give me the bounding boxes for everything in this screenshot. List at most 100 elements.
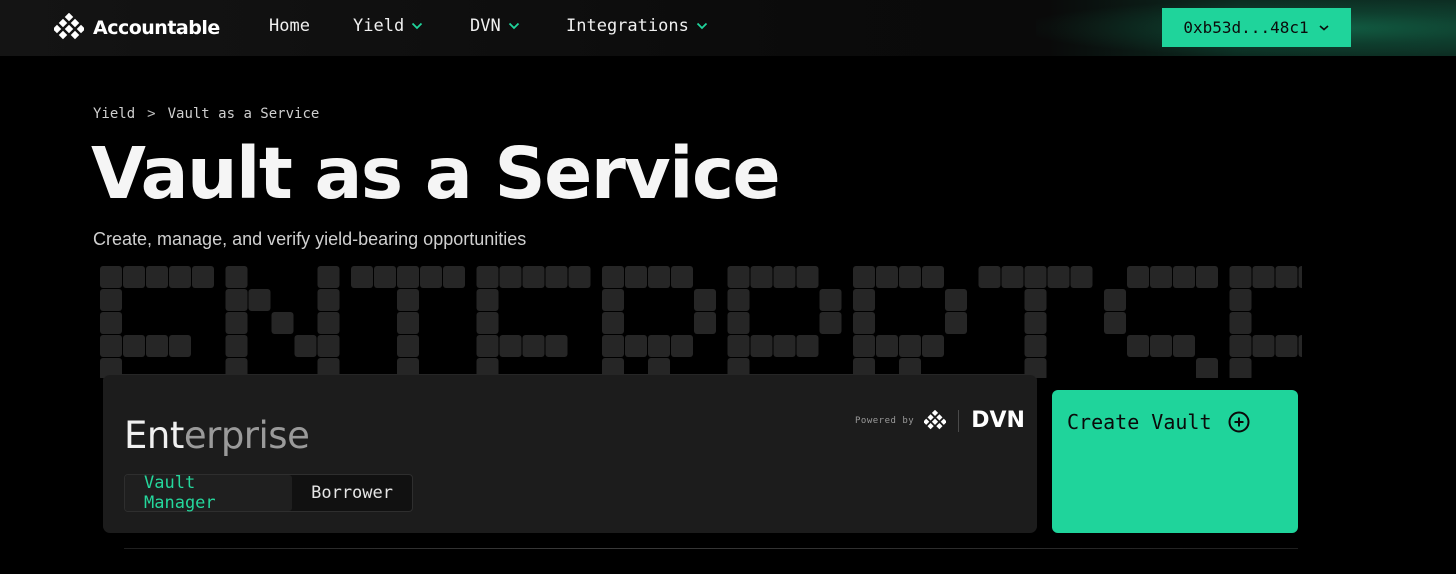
backdrop-pixel [1150, 266, 1172, 288]
backdrop-pixel [750, 266, 773, 288]
backdrop-pixel [1104, 312, 1126, 334]
backdrop-pixel [146, 266, 168, 288]
nav-dvn-label: DVN [470, 16, 501, 36]
backdrop-pixel [602, 266, 624, 288]
backdrop-pixel [671, 266, 693, 288]
backdrop-pixel [648, 266, 670, 288]
backdrop-pixel [819, 312, 842, 334]
backdrop-pixel [1024, 289, 1047, 311]
backdrop-pixel [899, 335, 921, 357]
backdrop-pixel [1229, 358, 1252, 378]
backdrop-pixel [1229, 312, 1252, 334]
backdrop-pixel [671, 335, 693, 357]
backdrop-pixel [773, 335, 796, 357]
backdrop-pixel [978, 266, 1001, 288]
nav-home[interactable]: Home [269, 16, 310, 36]
divider [958, 409, 960, 432]
nav-home-label: Home [269, 16, 310, 36]
backdrop-pixel [922, 266, 944, 288]
nav-integrations[interactable]: Integrations [566, 16, 708, 36]
backdrop-pixel [648, 335, 670, 357]
backdrop-pixel [522, 266, 545, 288]
backdrop-pixel [100, 266, 122, 288]
backdrop-pixel [1173, 266, 1195, 288]
backdrop-pixel [1127, 266, 1149, 288]
brand[interactable]: Accountable [54, 13, 220, 43]
backdrop-pixel [476, 266, 499, 288]
backdrop-pixel [192, 266, 214, 288]
breadcrumb-item-current: Vault as a Service [167, 106, 320, 122]
backdrop-pixel [146, 335, 168, 357]
backdrop-pixel [248, 289, 271, 311]
backdrop-pixel [727, 266, 750, 288]
backdrop-pixel [545, 335, 568, 357]
page-subtitle: Create, manage, and verify yield-bearing… [93, 229, 527, 249]
backdrop-pixel [1196, 266, 1218, 288]
backdrop-pixel [271, 312, 294, 334]
backdrop-pixel [1275, 266, 1298, 288]
breadcrumb-separator: > [147, 106, 156, 122]
backdrop-pixel [1173, 335, 1195, 357]
backdrop-pixel [1150, 335, 1172, 357]
backdrop-pixel [876, 266, 898, 288]
wallet-address: 0xb53d...48c1 [1183, 18, 1309, 37]
backdrop-pixel [853, 266, 875, 288]
backdrop-pixel [1252, 335, 1275, 357]
backdrop-pixel [1127, 335, 1149, 357]
backdrop-pixel [169, 266, 191, 288]
backdrop-pixel [853, 335, 875, 357]
create-vault-button[interactable]: Create Vault [1052, 390, 1298, 533]
backdrop-pixel [694, 312, 716, 334]
backdrop-pixel [1298, 266, 1302, 288]
backdrop-pixel [545, 266, 568, 288]
card-title: Enterprise [124, 414, 310, 457]
backdrop-pixel [1298, 335, 1302, 357]
role-tab-borrower[interactable]: Borrower [292, 475, 412, 511]
accountable-logo-icon [54, 13, 84, 40]
top-nav: Accountable Home Yield DVN Integrations … [0, 0, 1456, 56]
backdrop-pixel [169, 335, 191, 357]
plus-circle-icon [1228, 411, 1249, 433]
nav-dvn[interactable]: DVN [470, 16, 520, 36]
breadcrumb-item-yield[interactable]: Yield [93, 106, 135, 122]
backdrop-pixel [225, 289, 248, 311]
backdrop-pixel [625, 266, 647, 288]
backdrop-pixel [945, 312, 967, 334]
backdrop-pixel [750, 335, 773, 357]
brand-name: Accountable [93, 17, 220, 39]
backdrop-pixel [294, 335, 317, 357]
backdrop-pixel [1252, 266, 1275, 288]
backdrop-pixel [100, 312, 122, 334]
backdrop-pixel [945, 289, 967, 311]
backdrop-pixel [317, 312, 340, 334]
backdrop-pixel [1047, 266, 1070, 288]
backdrop-pixel [499, 266, 522, 288]
backdrop-pixel [1070, 266, 1093, 288]
backdrop-pixel [397, 266, 419, 288]
nav-yield[interactable]: Yield [353, 16, 423, 36]
backdrop-pixel [1229, 289, 1252, 311]
backdrop-pixel [1001, 266, 1024, 288]
accountable-logo-icon [924, 409, 947, 429]
nav-integrations-label: Integrations [566, 16, 689, 36]
backdrop-pixel [374, 266, 396, 288]
backdrop-pixel [853, 289, 875, 311]
backdrop-pixel [1024, 266, 1047, 288]
create-vault-content: Create Vault [1067, 410, 1250, 434]
backdrop-pixel [225, 266, 248, 288]
backdrop-pixel [225, 335, 248, 357]
backdrop-pixel [796, 335, 819, 357]
backdrop-pixel [796, 266, 819, 288]
backdrop-pixel [853, 312, 875, 334]
backdrop-pixel [397, 312, 419, 334]
backdrop-pixel [922, 335, 944, 357]
backdrop-pixel [476, 312, 499, 334]
chevron-down-icon [1319, 24, 1329, 31]
backdrop-pixel [773, 266, 796, 288]
backdrop-pixel [1275, 335, 1298, 357]
wallet-button[interactable]: 0xb53d...48c1 [1162, 8, 1351, 47]
backdrop-pixel [397, 289, 419, 311]
backdrop-pixel [123, 335, 145, 357]
role-tab-vault-manager[interactable]: Vault Manager [125, 473, 293, 513]
backdrop-pixel [351, 266, 373, 288]
